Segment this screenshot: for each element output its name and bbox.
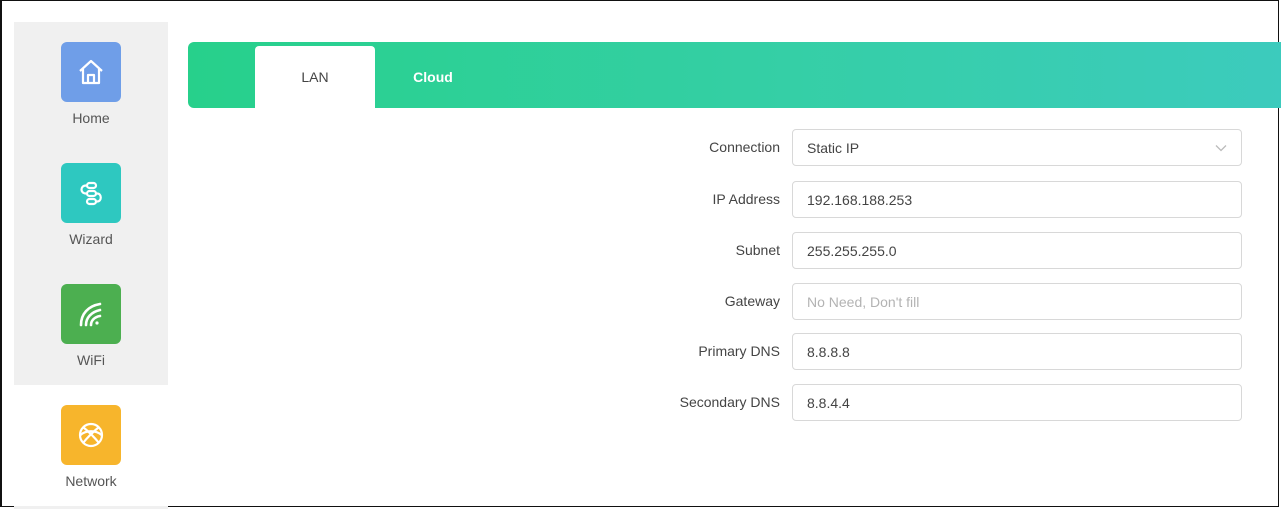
wizard-icon xyxy=(61,163,121,223)
sidebar-item-network[interactable]: Network xyxy=(14,385,168,506)
sidebar-item-wifi[interactable]: WiFi xyxy=(14,264,168,385)
sidebar-item-label: Home xyxy=(72,110,110,126)
subnet-input[interactable] xyxy=(792,232,1242,269)
home-icon xyxy=(61,42,121,102)
primary-dns-row: Primary DNS xyxy=(500,333,1260,370)
ip-address-input[interactable] xyxy=(792,181,1242,218)
connection-select[interactable]: Static IP xyxy=(792,129,1242,166)
sidebar-item-home[interactable]: Home xyxy=(14,22,168,143)
chevron-down-icon xyxy=(1215,141,1227,155)
sidebar-item-label: Network xyxy=(65,473,117,489)
gateway-label: Gateway xyxy=(724,293,780,309)
gateway-row: Gateway xyxy=(500,283,1260,320)
secondary-dns-input[interactable] xyxy=(792,384,1242,421)
connection-row: Connection Static IP xyxy=(500,129,1260,166)
primary-dns-input[interactable] xyxy=(792,333,1242,370)
subnet-label: Subnet xyxy=(735,242,780,258)
ip-address-row: IP Address xyxy=(500,181,1260,218)
secondary-dns-row: Secondary DNS xyxy=(500,384,1260,421)
connection-value: Static IP xyxy=(807,139,860,156)
tab-lan[interactable]: LAN xyxy=(255,46,375,108)
primary-dns-label: Primary DNS xyxy=(698,343,780,359)
sidebar-item-label: Wizard xyxy=(69,231,113,247)
connection-label: Connection xyxy=(709,139,780,155)
gateway-input[interactable] xyxy=(792,283,1242,320)
sidebar-item-label: WiFi xyxy=(77,352,105,368)
tab-cloud[interactable]: Cloud xyxy=(388,46,478,108)
sidebar: Home Wizard WiFi Network xyxy=(14,22,168,509)
ip-address-label: IP Address xyxy=(712,191,780,207)
tab-bar: LAN Cloud xyxy=(188,42,1281,108)
globe-icon xyxy=(61,405,121,465)
secondary-dns-label: Secondary DNS xyxy=(679,394,780,410)
sidebar-item-wizard[interactable]: Wizard xyxy=(14,143,168,264)
subnet-row: Subnet xyxy=(500,232,1260,269)
wifi-icon xyxy=(61,284,121,344)
